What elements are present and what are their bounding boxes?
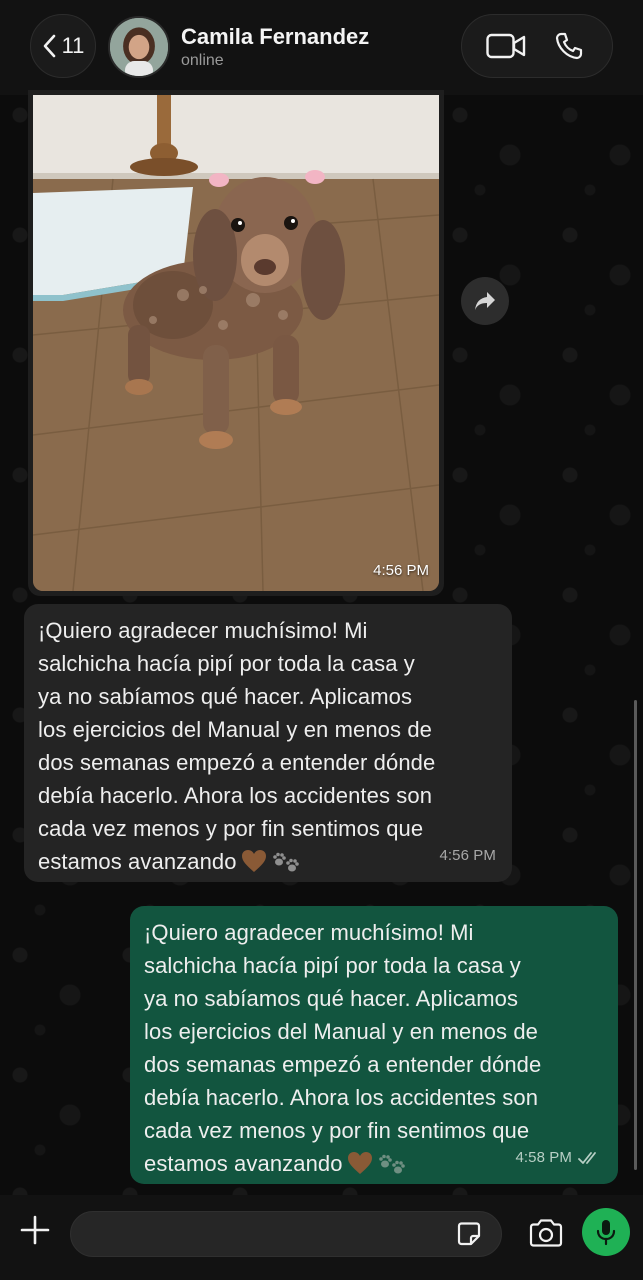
contact-name[interactable]: Camila Fernandez [181,24,369,50]
brown-heart-emoji [347,1151,373,1175]
chat-header: 11 Camila Fernandez online [0,0,643,95]
camera-icon [529,1219,563,1247]
scrollbar[interactable] [634,700,637,1170]
plus-icon [20,1215,50,1245]
image-message[interactable]: 4:56 PM [28,90,444,596]
call-buttons [461,14,613,78]
camera-button[interactable] [526,1213,566,1253]
chat-screen: 11 Camila Fernandez online 4:56 PM ¡Quie… [0,0,643,1280]
message-meta: 4:58 PM [515,1141,600,1174]
chevron-left-icon [43,34,55,58]
image-timestamp: 4:56 PM [373,562,429,579]
message-timestamp: 4:56 PM [439,847,496,864]
back-button[interactable]: 11 [30,14,96,78]
photo-illustration [33,95,439,591]
phone-icon [555,32,582,60]
voice-record-button[interactable] [582,1208,630,1256]
attach-button[interactable] [14,1209,56,1251]
forward-button[interactable] [461,277,509,325]
contact-status: online [181,52,224,69]
unread-count: 11 [61,33,85,58]
forward-arrow-icon [475,292,495,310]
avatar[interactable] [108,16,170,78]
brown-heart-emoji [241,849,267,873]
video-camera-icon [485,33,525,59]
message-text: ¡Quiero agradecer muchísimo! Mi salchich… [38,618,436,874]
message-text: ¡Quiero agradecer muchísimo! Mi salchich… [144,920,542,1176]
sticker-button[interactable] [454,1219,484,1249]
incoming-message[interactable]: ¡Quiero agradecer muchísimo! Mi salchich… [24,604,512,882]
double-check-icon [578,1151,596,1164]
message-input[interactable] [70,1211,502,1257]
paw-prints-emoji [271,848,301,874]
sticker-icon [457,1222,481,1246]
avatar-image [110,18,168,76]
voice-call-button[interactable] [548,25,590,67]
outgoing-message[interactable]: ¡Quiero agradecer muchísimo! Mi salchich… [130,906,618,1184]
message-composer [0,1195,643,1280]
video-call-button[interactable] [485,25,527,67]
photo-dachshund-puppy[interactable]: 4:56 PM [33,95,439,591]
microphone-icon [596,1220,616,1246]
message-timestamp: 4:58 PM [515,1149,572,1166]
paw-prints-emoji [377,1150,407,1176]
